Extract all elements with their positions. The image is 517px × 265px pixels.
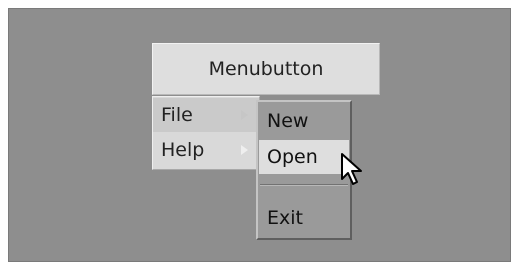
submenu-item-open[interactable]: Open	[259, 140, 349, 174]
menu-item-help-label: Help	[161, 139, 205, 161]
submenu-item-new[interactable]: New	[259, 104, 349, 138]
menubutton-label: Menubutton	[208, 58, 324, 80]
submenu-item-exit-label: Exit	[267, 207, 303, 229]
menubutton[interactable]: Menubutton	[152, 43, 380, 95]
file-submenu: New Open Exit	[256, 100, 352, 240]
submenu-item-new-label: New	[267, 110, 309, 132]
submenu-item-open-label: Open	[267, 146, 318, 168]
dropdown-menu: File Help	[152, 96, 260, 170]
submenu-item-exit[interactable]: Exit	[259, 201, 349, 235]
mouse-pointer-icon	[341, 153, 362, 185]
chevron-right-icon	[241, 110, 248, 120]
menu-item-file-label: File	[161, 104, 193, 126]
menu-item-file[interactable]: File	[153, 98, 259, 132]
chevron-right-icon	[241, 145, 248, 155]
menu-item-help[interactable]: Help	[153, 133, 259, 167]
menu-separator	[260, 184, 348, 186]
